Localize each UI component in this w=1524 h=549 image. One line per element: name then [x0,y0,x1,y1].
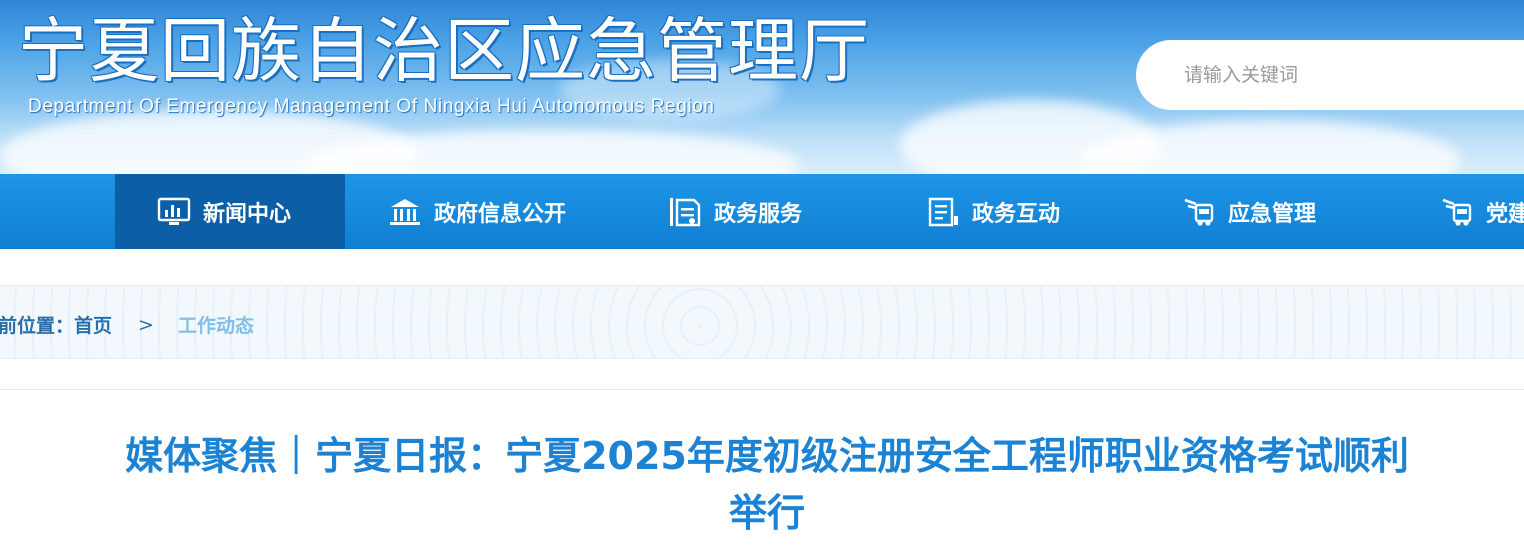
emergency-vehicle-icon [1182,196,1216,228]
search-box [1136,40,1524,110]
site-title: 宁夏回族自治区应急管理厅 [18,10,870,92]
nav-item-label: 新闻中心 [203,201,292,227]
nav-item-label: 政务服务 [714,201,803,227]
nav-item-services[interactable]: 政务服务 [668,174,888,249]
article-title-line-2: 举行 [728,491,805,535]
nav-item-news[interactable]: 新闻中心 [115,174,345,249]
nav-item-label: 政务互动 [972,201,1061,227]
site-subtitle: Department Of Emergency Management Of Ni… [28,96,715,117]
breadcrumb-home-link[interactable]: 首页 [74,311,112,338]
search-input[interactable] [1184,58,1514,92]
main-nav: 页 新闻中心 政府信息公开 政务服务 政务互动 应急管理 党建 [0,174,1524,249]
site-header: 宁夏回族自治区应急管理厅 Department Of Emergency Man… [0,0,1524,174]
article-title: 媒体聚焦｜宁夏日报：宁夏2025年度初级注册安全工程师职业资格考试顺利 举行 [0,428,1524,542]
article-title-line-1: 媒体聚焦｜宁夏日报：宁夏2025年度初级注册安全工程师职业资格考试顺利 [125,434,1409,478]
monitor-chart-icon [157,196,191,228]
nav-item-label: 政府信息公开 [434,201,567,227]
nav-item-label: 应急管理 [1228,201,1317,227]
content-divider [0,389,1524,390]
breadcrumb-label: 前位置： [0,315,75,337]
nav-item-interaction[interactable]: 政务互动 [926,174,1146,249]
nav-item-home[interactable]: 页 [0,174,98,249]
breadcrumb: 前位置： 首页 > 工作动态 [0,285,1524,359]
nav-item-party[interactable]: 党建 [1440,174,1524,249]
document-service-icon [668,196,702,228]
breadcrumb-current-link[interactable]: 工作动态 [178,311,254,338]
government-building-icon [388,196,422,228]
breadcrumb-separator: > [138,313,154,336]
emergency-vehicle-icon [1440,196,1474,228]
nav-item-label: 党建 [1486,201,1524,227]
breadcrumb-trail: 前位置： 首页 > 工作动态 [0,311,254,338]
checklist-icon [926,196,960,228]
nav-item-gov-info[interactable]: 政府信息公开 [388,174,638,249]
nav-item-emergency[interactable]: 应急管理 [1182,174,1402,249]
